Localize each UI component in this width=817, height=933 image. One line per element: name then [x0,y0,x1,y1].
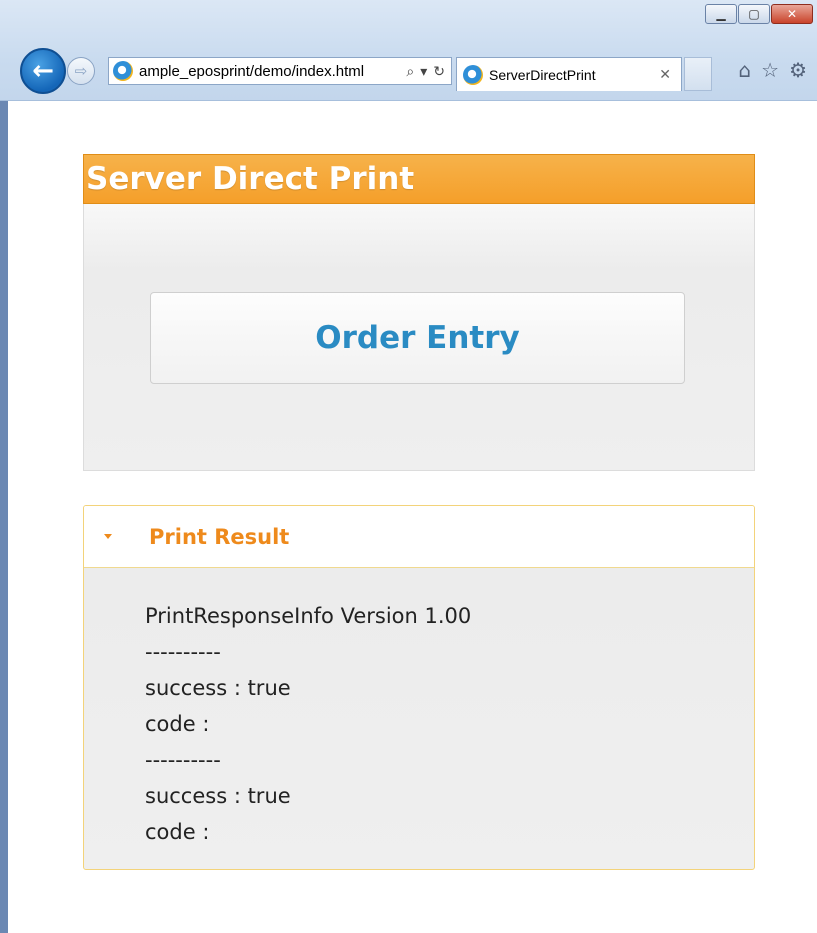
result-line: PrintResponseInfo Version 1.00 [145,604,472,628]
ie-tab-icon [463,64,483,85]
browser-chrome: ▁ ▢ ✕ ← ⇨ ample_eposprint/demo/index.htm… [0,0,817,101]
address-url[interactable]: ample_eposprint/demo/index.html [139,63,406,80]
caret-down-icon [104,534,112,539]
forward-button[interactable]: ⇨ [67,57,95,85]
tab-server-direct-print[interactable]: ServerDirectPrint ✕ [456,57,682,91]
result-line: success : true [145,676,291,700]
address-bar[interactable]: ample_eposprint/demo/index.html ⌕ ▾ ↻ [108,57,452,85]
result-line: ---------- [145,748,221,772]
back-button[interactable]: ← [20,48,66,94]
maximize-icon[interactable]: ▢ [738,4,770,24]
result-line: code : [145,712,210,736]
dropdown-arrow-icon[interactable]: ▾ [420,63,427,80]
arrow-left-icon: ← [32,56,54,86]
refresh-icon[interactable]: ↻ [433,63,445,80]
favorites-star-icon[interactable]: ☆ [761,60,779,80]
new-tab-button[interactable] [684,57,712,91]
result-line: success : true [145,784,291,808]
minimize-icon[interactable]: ▁ [705,4,737,24]
window-controls: ▁ ▢ ✕ [705,4,813,24]
page-title: Server Direct Print [83,154,755,204]
result-line: code : [145,820,210,844]
print-result-body: PrintResponseInfo Version 1.00 ---------… [84,568,754,850]
tab-title: ServerDirectPrint [489,66,596,83]
order-panel: Order Entry [83,204,755,471]
browser-toolbar: ⌂ ☆ ⚙ [738,60,807,80]
gear-icon[interactable]: ⚙ [789,60,807,80]
page-content: Server Direct Print Order Entry Print Re… [8,101,817,933]
tab-close-icon[interactable]: ✕ [659,66,681,83]
print-result-header[interactable]: Print Result [84,506,754,568]
close-window-icon[interactable]: ✕ [771,4,813,24]
window-left-frame [0,0,8,933]
print-result-heading: Print Result [149,524,290,549]
search-icon[interactable]: ⌕ [406,63,414,80]
ie-page-icon [113,61,133,81]
home-icon[interactable]: ⌂ [738,60,751,80]
order-entry-button[interactable]: Order Entry [150,292,685,384]
result-line: ---------- [145,640,221,664]
print-result-panel: Print Result PrintResponseInfo Version 1… [83,505,755,870]
arrow-right-icon: ⇨ [74,61,88,80]
